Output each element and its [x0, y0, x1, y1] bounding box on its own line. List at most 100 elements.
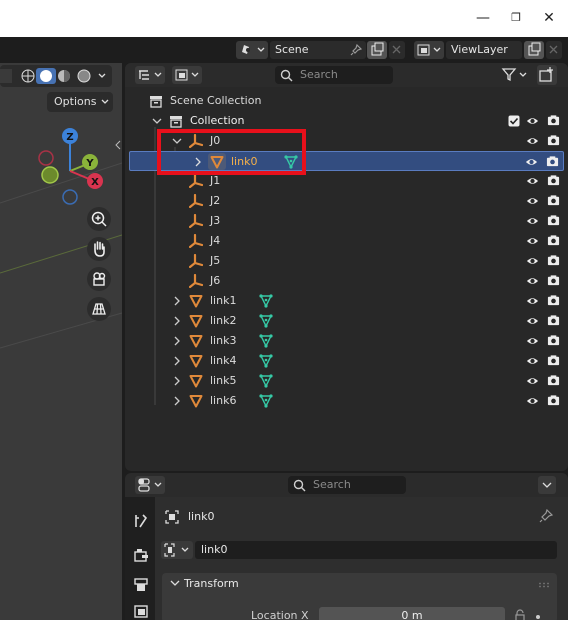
perspective-toggle-button[interactable] [87, 297, 111, 321]
scene-collection-row[interactable]: Scene Collection [125, 91, 568, 111]
z-axis-handle[interactable]: Z [62, 128, 78, 144]
chevron-right-icon[interactable] [172, 314, 182, 328]
outliner-row-j4[interactable]: J4 [125, 231, 568, 251]
outliner-row-j6[interactable]: J6 [125, 271, 568, 291]
camera-icon[interactable] [547, 114, 560, 127]
camera-icon[interactable] [547, 294, 560, 307]
mesh-data-icon[interactable] [259, 294, 273, 308]
maximize-button[interactable]: ❐ [506, 8, 526, 28]
outliner-row-link1[interactable]: link1 [125, 291, 568, 311]
outliner-row-link3[interactable]: link3 [125, 331, 568, 351]
camera-icon[interactable] [547, 314, 560, 327]
checkbox-icon[interactable] [508, 115, 520, 127]
eye-icon[interactable] [525, 156, 538, 168]
chevron-down-icon[interactable] [98, 73, 106, 78]
mesh-data-icon[interactable] [259, 374, 273, 388]
outliner-row-link5[interactable]: link5 [125, 371, 568, 391]
eye-icon[interactable] [526, 135, 539, 147]
3d-viewport[interactable]: Options Z Y X [0, 63, 122, 620]
output-tab-icon[interactable] [133, 577, 149, 593]
camera-view-button[interactable] [87, 267, 111, 291]
pan-button[interactable] [87, 237, 111, 261]
collection-row[interactable]: Collection [125, 111, 568, 131]
navigation-gizmo[interactable]: Z Y X [30, 121, 110, 211]
eye-icon[interactable] [526, 295, 539, 307]
chevron-right-icon[interactable] [172, 394, 182, 408]
outliner-row-link6[interactable]: link6 [125, 391, 568, 411]
chevron-right-icon[interactable] [172, 374, 182, 388]
eye-icon[interactable] [526, 355, 539, 367]
neg-x-axis-handle[interactable] [38, 150, 54, 166]
neg-y-axis-handle[interactable] [41, 166, 59, 184]
view-layer-name-field[interactable]: ViewLayer [446, 41, 522, 59]
drag-handle-icon[interactable] [538, 582, 550, 588]
camera-icon[interactable] [547, 134, 560, 147]
camera-icon[interactable] [547, 214, 560, 227]
eye-icon[interactable] [526, 335, 539, 347]
view-layer-tab-icon[interactable] [133, 603, 149, 619]
outliner-row-link2[interactable]: link2 [125, 311, 568, 331]
chevron-down-icon[interactable] [152, 114, 162, 128]
delete-view-layer-button[interactable] [546, 41, 562, 59]
camera-icon[interactable] [547, 234, 560, 247]
eye-icon[interactable] [526, 235, 539, 247]
y-axis-handle[interactable]: Y [82, 154, 98, 170]
properties-search-input[interactable]: Search [288, 476, 406, 494]
location-x-field[interactable]: 0 m [319, 607, 505, 620]
properties-options-button[interactable] [538, 476, 556, 494]
mesh-data-icon[interactable] [259, 334, 273, 348]
scene-name-field[interactable]: Scene [270, 41, 366, 59]
object-type-selector[interactable] [161, 541, 193, 559]
neg-z-axis-handle[interactable] [62, 189, 78, 205]
zoom-button[interactable] [87, 207, 111, 231]
eye-icon[interactable] [526, 215, 539, 227]
chevron-right-icon[interactable] [172, 354, 182, 368]
camera-icon[interactable] [546, 155, 559, 168]
pin-icon[interactable] [350, 44, 362, 56]
camera-icon[interactable] [547, 354, 560, 367]
outliner-row-j3[interactable]: J3 [125, 211, 568, 231]
chevron-right-icon[interactable] [172, 294, 182, 308]
eye-icon[interactable] [526, 115, 539, 127]
camera-icon[interactable] [547, 334, 560, 347]
eye-icon[interactable] [526, 255, 539, 267]
eye-icon[interactable] [526, 375, 539, 387]
camera-icon[interactable] [547, 374, 560, 387]
mesh-data-icon[interactable] [259, 314, 273, 328]
outliner-row-link4[interactable]: link4 [125, 351, 568, 371]
object-name-field[interactable]: link0 [195, 541, 557, 559]
scene-selector-button[interactable] [236, 41, 268, 59]
transform-panel-header[interactable]: Transform [162, 573, 557, 595]
close-window-button[interactable]: ✕ [539, 8, 559, 28]
solid-shading-icon[interactable] [40, 70, 52, 82]
delete-scene-button[interactable] [389, 41, 405, 59]
lock-icon[interactable] [514, 609, 526, 620]
material-shading-icon[interactable] [58, 70, 70, 82]
outliner-row-j2[interactable]: J2 [125, 191, 568, 211]
view-layer-selector-button[interactable] [414, 41, 444, 59]
x-axis-handle[interactable]: X [87, 173, 103, 189]
eye-icon[interactable] [526, 315, 539, 327]
chevron-right-icon[interactable] [172, 334, 182, 348]
new-view-layer-button[interactable] [524, 41, 544, 59]
pin-icon[interactable] [539, 509, 553, 523]
properties-editor-type-button[interactable] [135, 476, 165, 494]
camera-icon[interactable] [547, 274, 560, 287]
camera-icon[interactable] [547, 254, 560, 267]
options-button[interactable]: Options [47, 92, 113, 112]
camera-icon[interactable] [547, 174, 560, 187]
new-scene-button[interactable] [367, 41, 387, 59]
minimize-button[interactable]: — [473, 8, 493, 28]
eye-icon[interactable] [526, 195, 539, 207]
eye-icon[interactable] [526, 395, 539, 407]
wireframe-shading-icon[interactable] [21, 69, 35, 83]
camera-icon[interactable] [547, 394, 560, 407]
eye-icon[interactable] [526, 175, 539, 187]
outliner-row-j5[interactable]: J5 [125, 251, 568, 271]
mesh-data-icon[interactable] [259, 394, 273, 408]
rendered-shading-icon[interactable] [77, 69, 91, 83]
camera-icon[interactable] [547, 194, 560, 207]
render-tab-icon[interactable] [133, 547, 149, 563]
keyframe-dot-icon[interactable] [534, 613, 542, 620]
eye-icon[interactable] [526, 275, 539, 287]
